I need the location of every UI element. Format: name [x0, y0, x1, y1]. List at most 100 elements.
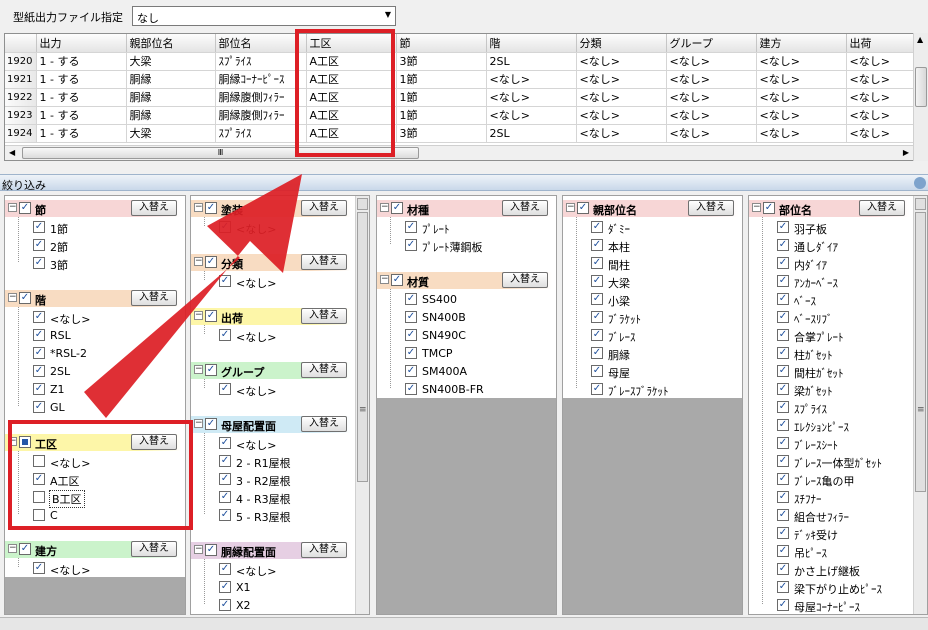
item-checkbox[interactable]: ✓ — [777, 257, 789, 269]
table-cell[interactable]: 3節 — [396, 124, 487, 143]
swap-button[interactable]: 入替え — [301, 254, 347, 270]
group-checkbox[interactable]: ✓ — [19, 543, 31, 555]
swap-button[interactable]: 入替え — [502, 272, 548, 288]
filter-item[interactable]: ✓ 羽子板 — [777, 219, 905, 236]
filter-item[interactable]: ✓ 通しﾀﾞｲｱ — [777, 237, 905, 254]
table-cell[interactable]: <なし> — [756, 106, 847, 125]
filter-item[interactable]: ✓ <なし> — [219, 273, 347, 290]
item-checkbox[interactable]: ✓ — [219, 221, 231, 233]
swap-button[interactable]: 入替え — [131, 541, 177, 557]
filter-item[interactable]: ✓ TMCP — [405, 345, 548, 361]
table-cell[interactable]: 胴縁 — [126, 70, 216, 89]
filter-item[interactable]: ✓ SS400 — [405, 291, 548, 307]
filter-item[interactable]: ✓ 母屋ｺｰﾅｰﾋﾟｰｽ — [777, 597, 905, 614]
item-checkbox[interactable]: ✓ — [777, 419, 789, 431]
filter-item[interactable]: ✓ 柱ｶﾞｾｯﾄ — [777, 345, 905, 362]
table-cell[interactable]: 大梁 — [126, 124, 216, 143]
group-checkbox[interactable]: ✓ — [391, 274, 403, 286]
item-checkbox[interactable]: ✓ — [405, 239, 417, 251]
table-cell[interactable]: 1節 — [396, 88, 487, 107]
filter-item[interactable]: ✓ <なし> — [219, 327, 347, 344]
item-checkbox[interactable]: ✓ — [777, 491, 789, 503]
filter-header[interactable]: 絞り込み — [0, 174, 928, 192]
column-header[interactable]: 部位名 — [215, 34, 307, 53]
filter-item[interactable]: ✓ ｴﾚｸｼｮﾝﾋﾟｰｽ — [777, 417, 905, 434]
item-checkbox[interactable]: ✓ — [33, 347, 45, 359]
table-cell[interactable]: 3節 — [396, 52, 487, 71]
column-header[interactable]: 分類 — [576, 34, 667, 53]
filter-item[interactable]: ✓ ｱﾝｶｰﾍﾞｰｽ — [777, 273, 905, 290]
column-header[interactable]: 節 — [396, 34, 487, 53]
table-cell[interactable]: <なし> — [846, 88, 915, 107]
item-checkbox[interactable]: ✓ — [777, 347, 789, 359]
filter-item[interactable]: ✓ 組合せﾌｨﾗｰ — [777, 507, 905, 524]
item-checkbox[interactable]: ✓ — [777, 527, 789, 539]
filter-item[interactable]: ✓ 小梁 — [591, 291, 734, 308]
item-checkbox[interactable]: ✓ — [405, 365, 417, 377]
template-file-dropdown[interactable]: なし ▼ — [132, 6, 396, 26]
item-checkbox[interactable]: ✓ — [777, 275, 789, 287]
filter-item[interactable]: ✓ <なし> — [219, 381, 347, 398]
column-header[interactable]: グループ — [666, 34, 757, 53]
collapse-icon[interactable]: − — [752, 203, 761, 212]
scroll-thumb[interactable] — [915, 67, 927, 107]
table-cell[interactable]: 2SL — [486, 52, 577, 71]
collapse-icon[interactable]: − — [194, 257, 203, 266]
item-checkbox[interactable]: ✓ — [33, 383, 45, 395]
table-cell[interactable]: <なし> — [666, 88, 757, 107]
group-checkbox[interactable]: ✓ — [205, 202, 217, 214]
item-checkbox[interactable]: ✓ — [591, 311, 603, 323]
table-cell[interactable]: <なし> — [486, 70, 577, 89]
item-checkbox[interactable]: ✓ — [591, 257, 603, 269]
item-checkbox[interactable]: ✓ — [777, 365, 789, 377]
scroll-thumb[interactable] — [357, 212, 368, 482]
filter-item[interactable]: ✓ ﾃﾞｯｷ受け — [777, 525, 905, 542]
scroll-up-icon[interactable] — [357, 198, 368, 210]
item-checkbox[interactable]: ✓ — [33, 239, 45, 251]
table-cell[interactable]: <なし> — [846, 106, 915, 125]
table-cell[interactable]: <なし> — [576, 124, 667, 143]
row-number[interactable]: 1923 — [5, 106, 37, 125]
filter-item[interactable]: ✓ SM400A — [405, 363, 548, 379]
filter-group-header[interactable]: − ✓ 分類 入替え — [191, 254, 351, 271]
filter-item[interactable]: ✓ ﾌﾞﾗｹｯﾄ — [591, 309, 734, 326]
swap-button[interactable]: 入替え — [301, 200, 347, 216]
item-checkbox[interactable]: ✓ — [591, 383, 603, 395]
filter-item[interactable]: ✓ 梁ｶﾞｾｯﾄ — [777, 381, 905, 398]
row-number[interactable]: 1920 — [5, 52, 37, 71]
filter-item[interactable]: ✓ GL — [33, 399, 177, 415]
table-cell[interactable]: <なし> — [756, 124, 847, 143]
group-checkbox[interactable]: ✓ — [205, 418, 217, 430]
swap-button[interactable]: 入替え — [301, 362, 347, 378]
filter-item[interactable]: ✓ SN400B — [405, 309, 548, 325]
column-header[interactable]: 出力 — [36, 34, 127, 53]
swap-button[interactable]: 入替え — [301, 542, 347, 558]
filter-item[interactable]: ✓ X2 — [219, 597, 347, 613]
filter-item[interactable]: ✓ ﾌﾞﾚｰｽﾌﾞﾗｹｯﾄ — [591, 381, 734, 398]
swap-button[interactable]: 入替え — [301, 416, 347, 432]
table-cell[interactable]: 胴縁腹側ﾌｨﾗｰ — [215, 88, 307, 107]
filter-item[interactable]: ✓ かさ上げ継板 — [777, 561, 905, 578]
table-cell[interactable]: 1節 — [396, 70, 487, 89]
filter-group-header[interactable]: − ✓ 材種 入替え — [377, 200, 552, 217]
filter-group-header[interactable]: − ✓ 出荷 入替え — [191, 308, 351, 325]
collapse-icon[interactable]: − — [194, 419, 203, 428]
item-checkbox[interactable]: ✓ — [777, 599, 789, 611]
group-checkbox[interactable]: ✓ — [19, 202, 31, 214]
table-cell[interactable]: <なし> — [846, 52, 915, 71]
collapse-icon[interactable]: − — [380, 203, 389, 212]
swap-button[interactable]: 入替え — [502, 200, 548, 216]
filter-group-header[interactable]: − ✓ 建方 入替え — [5, 541, 181, 558]
column-header[interactable]: 親部位名 — [126, 34, 216, 53]
table-row[interactable]: 1924 1 - する 大梁 ｽﾌﾟﾗｲｽ A工区 3節 2SL <なし> <なし> <なし> <な… — [5, 124, 915, 143]
item-checkbox[interactable]: ✓ — [777, 221, 789, 233]
item-checkbox[interactable]: ✓ — [777, 401, 789, 413]
filter-group-header[interactable]: − ✓ 親部位名 入替え — [563, 200, 738, 217]
filter-item[interactable]: ✓ 3 - R2屋根 — [219, 471, 347, 488]
panel-scrollbar[interactable]: ≡ — [913, 196, 927, 614]
filter-item[interactable]: ✓ <なし> — [219, 219, 347, 236]
group-checkbox[interactable]: ✓ — [19, 292, 31, 304]
item-checkbox[interactable]: ✓ — [219, 599, 231, 611]
group-checkbox[interactable]: ✓ — [205, 256, 217, 268]
table-cell[interactable]: 胴縁ｺｰﾅｰﾋﾟｰｽ — [215, 70, 307, 89]
